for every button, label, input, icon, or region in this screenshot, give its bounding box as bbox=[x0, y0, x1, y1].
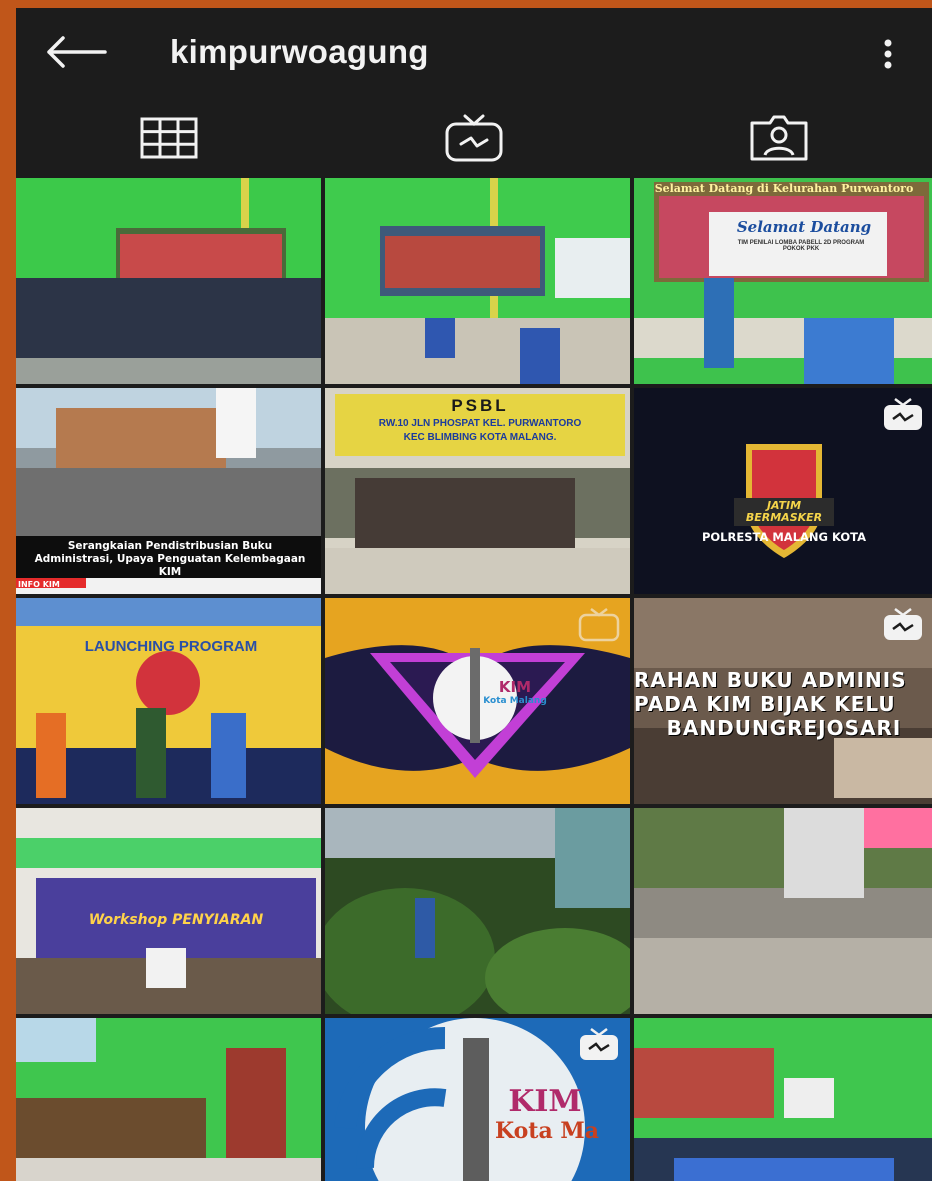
profile-username: kimpurwoagung bbox=[170, 33, 429, 70]
tab-posts[interactable] bbox=[16, 96, 321, 180]
post-4-caption: Serangkaian Pendistribusian Buku Adminis… bbox=[34, 540, 306, 578]
post-10-title: Workshop PENYIARAN bbox=[88, 912, 264, 928]
post-tile-11[interactable] bbox=[325, 808, 630, 1014]
post-image bbox=[16, 178, 321, 384]
post-tile-15[interactable] bbox=[634, 1018, 932, 1181]
post-image bbox=[634, 1018, 932, 1181]
post-image bbox=[16, 808, 321, 1014]
post-image bbox=[634, 178, 932, 384]
post-5-banner-line-1: RW.10 JLN PHOSPAT KEL. PURWANTORO bbox=[378, 418, 582, 429]
post-8-logo-sub: Kota Malang bbox=[483, 696, 547, 706]
tagged-icon bbox=[750, 115, 808, 161]
post-image bbox=[634, 808, 932, 1014]
post-6-logo-text: JATIM BERMASKER bbox=[745, 499, 823, 524]
post-image bbox=[16, 598, 321, 804]
post-9-line-3: BANDUNGREJOSARI bbox=[666, 716, 902, 740]
post-9-line-2: PADA KIM BIJAK KELU bbox=[634, 692, 896, 716]
post-tile-13[interactable] bbox=[16, 1018, 321, 1181]
post-9-line-1: RAHAN BUKU ADMINIS bbox=[634, 668, 907, 692]
post-tile-7[interactable]: LAUNCHING PROGRAM bbox=[16, 598, 321, 804]
post-tile-10[interactable]: Workshop PENYIARAN bbox=[16, 808, 321, 1014]
post-tile-14[interactable]: KIM Kota Ma bbox=[325, 1018, 630, 1181]
post-tile-4[interactable]: Serangkaian Pendistribusian Buku Adminis… bbox=[16, 388, 321, 594]
arrow-left-icon bbox=[47, 36, 107, 68]
igtv-icon bbox=[445, 114, 503, 162]
tab-igtv[interactable] bbox=[321, 96, 626, 180]
igtv-badge-icon bbox=[884, 608, 922, 640]
post-tile-1[interactable] bbox=[16, 178, 321, 384]
post-tile-3[interactable]: Selamat Datang di Kelurahan Purwantoro S… bbox=[634, 178, 932, 384]
igtv-badge-icon bbox=[884, 398, 922, 430]
post-6-caption: POLRESTA MALANG KOTA bbox=[701, 530, 867, 544]
profile-tabs bbox=[16, 96, 932, 180]
more-options-button[interactable] bbox=[868, 34, 908, 74]
post-tile-6[interactable]: JATIM BERMASKER POLRESTA MALANG KOTA bbox=[634, 388, 932, 594]
post-image bbox=[325, 808, 630, 1014]
tab-tagged[interactable] bbox=[627, 96, 932, 180]
post-3-sign-subtitle: TIM PENILAI LOMBA PABELL 2D PROGRAM POKO… bbox=[737, 240, 865, 252]
post-5-banner-line-2: KEC BLIMBING KOTA MALANG. bbox=[403, 432, 557, 443]
posts-grid: Selamat Datang di Kelurahan Purwantoro S… bbox=[16, 178, 932, 1181]
post-tile-12[interactable] bbox=[634, 808, 932, 1014]
post-8-logo-text: KIM bbox=[498, 678, 532, 696]
post-14-logo-text: KIM bbox=[508, 1084, 582, 1119]
more-vertical-icon bbox=[884, 39, 892, 69]
post-4-footer: INFO KIM bbox=[18, 580, 60, 589]
back-button[interactable] bbox=[44, 30, 108, 74]
post-14-logo-sub: Kota Ma bbox=[495, 1118, 599, 1144]
post-3-banner: Selamat Datang di Kelurahan Purwantoro bbox=[654, 182, 914, 195]
top-bar: kimpurwoagung bbox=[16, 8, 932, 94]
post-5-banner-title: PSBL bbox=[451, 396, 509, 415]
post-tile-5[interactable]: PSBL RW.10 JLN PHOSPAT KEL. PURWANTORO K… bbox=[325, 388, 630, 594]
post-tile-8[interactable]: KIM Kota Malang bbox=[325, 598, 630, 804]
post-3-sign-title: Selamat Datang bbox=[736, 218, 872, 236]
profile-screen: kimpurwoagung Selamat Datang di Keluraha… bbox=[16, 8, 932, 1181]
post-tile-9[interactable]: RAHAN BUKU ADMINIS PADA KIM BIJAK KELU B… bbox=[634, 598, 932, 804]
igtv-badge-icon bbox=[578, 608, 620, 642]
grid-icon bbox=[140, 117, 198, 159]
post-7-banner: LAUNCHING PROGRAM bbox=[84, 638, 258, 655]
post-image bbox=[325, 178, 630, 384]
igtv-badge-icon bbox=[580, 1028, 618, 1060]
post-tile-2[interactable] bbox=[325, 178, 630, 384]
post-image bbox=[16, 1018, 321, 1181]
